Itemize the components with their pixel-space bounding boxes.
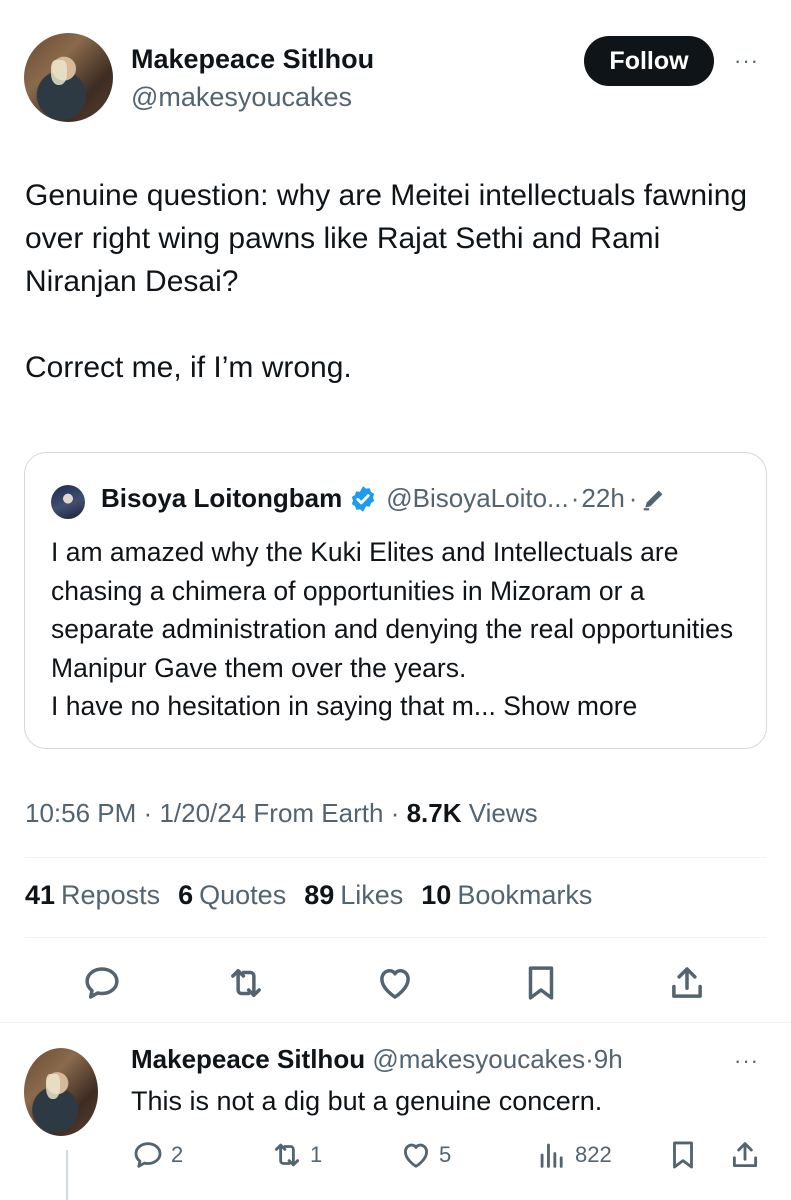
reply-repost-button[interactable]: 1 [270,1138,322,1172]
reply-likes-count: 5 [439,1142,452,1167]
separator-dot: · [143,798,153,828]
author-handle[interactable]: @makesyoucakes [131,82,352,113]
reply-views-button[interactable]: 822 [535,1138,612,1172]
reposts-label: Reposts [61,880,161,910]
show-more-link[interactable]: Show more [503,691,637,721]
views-count: 8.7K [406,798,462,828]
repost-icon [231,969,261,997]
bookmarks-count: 10 [421,880,452,910]
author-name[interactable]: Makepeace Sitlhou [131,44,374,75]
more-options-icon[interactable]: ··· [734,48,759,74]
repost-button[interactable] [225,962,267,1004]
divider [25,857,766,858]
quoted-author-avatar[interactable] [51,485,85,519]
reply-icon [85,967,119,999]
share-icon [732,1142,758,1168]
reply-button[interactable] [81,962,123,1004]
like-button[interactable] [374,962,416,1004]
bookmark-icon [673,1141,693,1169]
reply-text: This is not a dig but a genuine concern. [131,1086,603,1116]
reposts-count: 41 [25,880,56,910]
pencil-icon [644,490,663,510]
quotes-label: Quotes [199,880,287,910]
tweet-meta: 10:56 PM · 1/20/24 From Earth · 8.7K Vie… [25,798,538,829]
tweet-date[interactable]: 1/20/24 [159,798,246,828]
separator-dot: · [570,483,580,513]
bookmarks-stat[interactable]: 10 Bookmarks [421,880,592,911]
separator-dot: · [628,483,638,513]
tweet-text: Genuine question: why are Meitei intelle… [25,179,748,384]
tweet-source: From Earth [253,798,384,828]
thread-line [66,1150,68,1200]
separator-dot: · [390,798,400,828]
follow-button[interactable]: Follow [584,36,714,86]
share-button[interactable] [666,962,708,1004]
quoted-author-handle[interactable]: @BisoyaLoito... [386,483,568,514]
reply-time[interactable]: 9h [594,1044,623,1074]
engagement-stats: 41 Reposts 6 Quotes 89 Likes 10 Bookmarks [25,880,592,911]
views-icon [540,1143,563,1168]
author-avatar[interactable] [24,33,113,122]
tweet-time[interactable]: 10:56 PM [25,798,136,828]
quoted-tweet-time[interactable]: 22h [581,483,624,514]
bookmark-icon [528,966,554,1000]
reposts-stat[interactable]: 41 Reposts [25,880,160,911]
reply-views-count: 822 [575,1142,612,1167]
likes-count: 89 [304,880,335,910]
views-label: Views [468,798,538,828]
divider [25,937,766,938]
verified-badge-icon [352,485,375,512]
reply-share-button[interactable] [728,1138,762,1172]
likes-label: Likes [340,880,404,910]
quoted-author-name[interactable]: Bisoya Loitongbam [101,483,342,514]
separator-dot: · [585,1044,594,1074]
quoted-tweet-header: Bisoya Loitongbam @BisoyaLoito... · 22h … [101,483,667,514]
reply-reposts-count: 1 [310,1142,323,1167]
quotes-count: 6 [178,880,194,910]
quoted-tweet[interactable]: Bisoya Loitongbam @BisoyaLoito... · 22h … [24,452,767,749]
reply-more-options-icon[interactable]: ··· [734,1048,759,1074]
reply-author-avatar[interactable] [24,1048,98,1136]
reply-header: Makepeace Sitlhou @makesyoucakes·9h [131,1044,623,1075]
reply-icon [134,1142,162,1168]
reply-like-button[interactable]: 5 [399,1138,451,1172]
reply-bookmark-button[interactable] [666,1138,700,1172]
reply-author-name[interactable]: Makepeace Sitlhou [131,1044,365,1074]
divider [0,1022,791,1023]
share-icon [672,967,702,998]
repost-icon [274,1143,300,1167]
quoted-tweet-body: I am amazed why the Kuki Elites and Inte… [51,533,751,726]
reply-reply-button[interactable]: 2 [131,1138,183,1172]
reply-author-handle[interactable]: @makesyoucakes [372,1044,585,1074]
bookmark-button[interactable] [520,962,562,1004]
like-icon [403,1143,429,1168]
likes-stat[interactable]: 89 Likes [304,880,403,911]
quotes-stat[interactable]: 6 Quotes [178,880,286,911]
like-icon [380,969,410,999]
bookmarks-label: Bookmarks [457,880,593,910]
reply-replies-count: 2 [171,1142,184,1167]
